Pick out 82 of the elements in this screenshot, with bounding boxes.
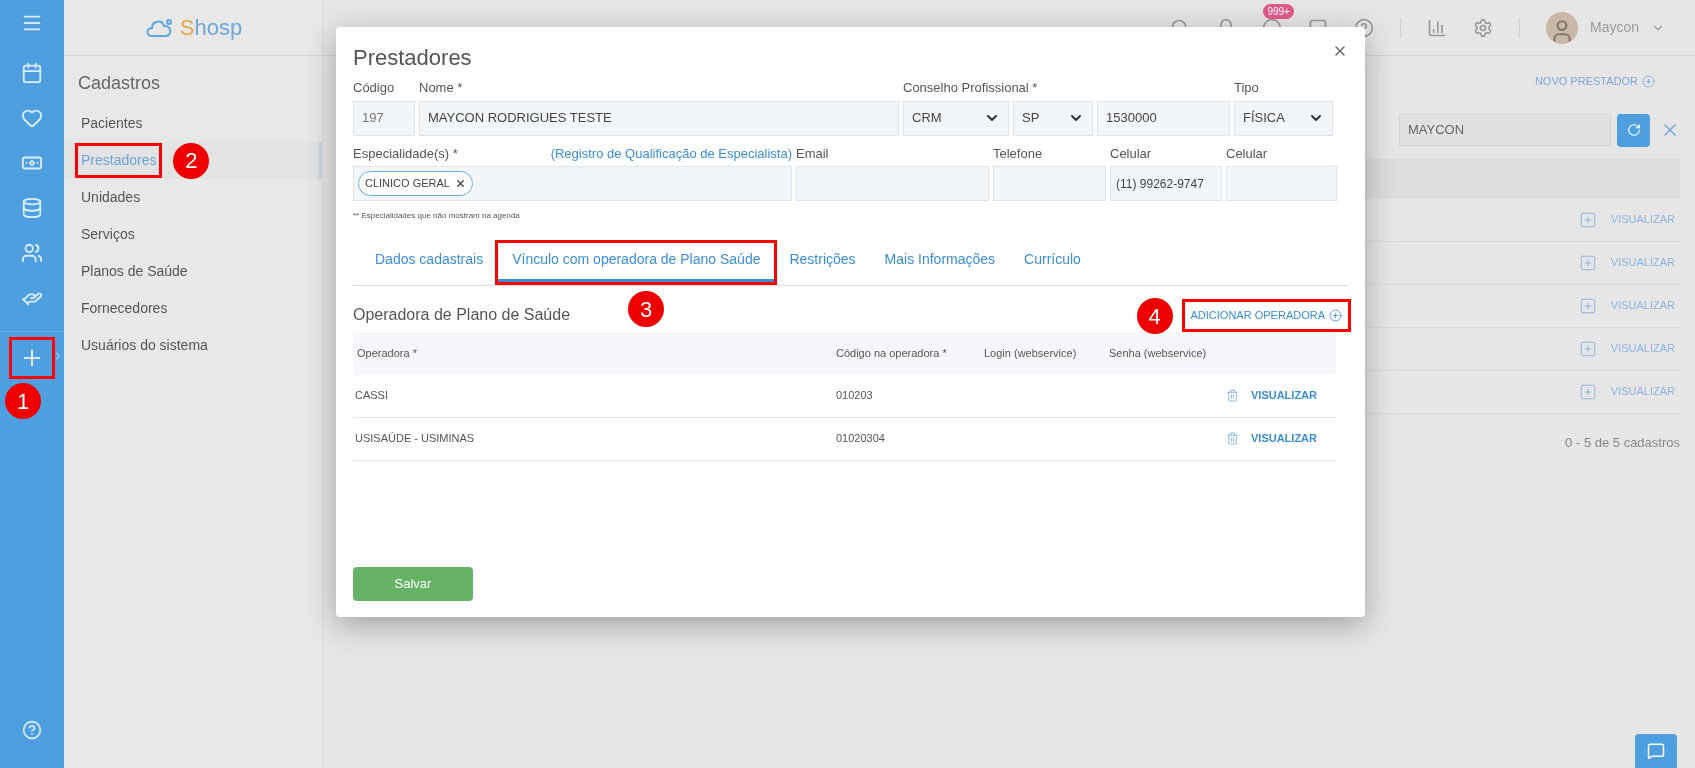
notification-badge: 999+ — [1263, 3, 1294, 19]
code-field[interactable]: 197 — [353, 100, 415, 136]
table-cell-text: 01020304 — [835, 431, 886, 447]
view-link[interactable]: VISUALIZAR — [1251, 430, 1317, 447]
field-label: Código — [353, 79, 396, 97]
column-header: Login (webservice) — [983, 345, 1078, 361]
nav-item[interactable]: Serviços — [78, 220, 138, 249]
table-cell-text: CASSI — [354, 388, 389, 404]
settings-icon[interactable] — [1472, 17, 1493, 38]
phone-field[interactable] — [993, 166, 1106, 201]
field-label: Celular — [1226, 144, 1269, 163]
chat-icon — [1647, 742, 1665, 760]
column-header: Senha (webservice) — [1108, 345, 1208, 361]
number-field[interactable]: 1530000 — [1097, 100, 1230, 136]
trash-icon[interactable] — [1226, 432, 1239, 445]
field-label: Conselho Profissional * — [903, 79, 1039, 97]
refresh-icon — [1626, 123, 1641, 137]
avatar[interactable] — [1545, 11, 1578, 44]
plus-square-icon[interactable] — [1578, 382, 1597, 401]
type-select[interactable]: FÍSICA — [1234, 100, 1333, 136]
chart-icon[interactable] — [1426, 17, 1447, 38]
field-label: Tipo — [1234, 79, 1260, 97]
field-label: Celular — [1110, 144, 1153, 163]
state-select[interactable]: SP — [1013, 100, 1093, 136]
nav-item[interactable]: Unidades — [78, 183, 144, 212]
specialty-tag[interactable]: CLINICO GERAL — [358, 171, 473, 196]
new-provider-link[interactable]: NOVO PRESTADOR — [1534, 73, 1655, 90]
nav-item[interactable]: Planos de Saúde — [78, 257, 191, 286]
refresh-button[interactable] — [1617, 113, 1650, 147]
record-count: 0 - 5 de 5 cadastros — [1565, 433, 1680, 452]
chat-button[interactable] — [1635, 734, 1677, 768]
modal-title: Prestadores — [353, 44, 472, 72]
tab[interactable]: Mais Informações — [870, 243, 1010, 282]
column-header: Operadora * — [356, 345, 418, 361]
email-field[interactable] — [796, 166, 989, 201]
plus-square-icon[interactable] — [1578, 253, 1597, 272]
callout-number: 3 — [628, 291, 665, 327]
tab[interactable]: Currículo — [1010, 243, 1095, 282]
users-icon[interactable] — [21, 242, 43, 264]
mobile-field[interactable] — [1226, 166, 1337, 201]
plus-circle-icon — [1329, 308, 1342, 322]
section-title: Operadora de Plano de Saúde — [353, 305, 571, 326]
field-label: Email — [796, 144, 830, 163]
nav-item[interactable]: Fornecedores — [78, 294, 171, 323]
plus-square-icon[interactable] — [1578, 339, 1597, 358]
calendar-icon[interactable] — [21, 62, 43, 84]
table-cell-text: USISAÚDE - USIMINAS — [354, 431, 476, 447]
logo-text: Shosp — [179, 14, 243, 42]
plus-square-icon[interactable] — [1578, 296, 1597, 315]
save-button[interactable]: Salvar — [353, 567, 473, 601]
view-link[interactable]: VISUALIZAR — [1251, 387, 1317, 404]
table-cell-text: 010203 — [835, 388, 874, 404]
specialty-field[interactable]: CLINICO GERAL — [353, 166, 792, 201]
column-header: Código na operadora * — [835, 345, 948, 361]
council-select[interactable]: CRM — [903, 100, 1009, 136]
trash-icon[interactable] — [1226, 389, 1239, 402]
nav-item[interactable]: Prestadores — [78, 146, 160, 175]
qualification-link[interactable]: (Registro de Qualificação de Especialista) — [550, 143, 792, 163]
nav-item[interactable]: Pacientes — [78, 109, 146, 138]
footnote: ** Especialidades que não mostram na agenda — [353, 210, 521, 222]
nav-title: Cadastros — [78, 72, 162, 95]
field-label: Nome * — [419, 79, 464, 97]
add-operator-button[interactable]: ADICIONAR OPERADORA — [1184, 302, 1348, 329]
plus-square-icon[interactable] — [1578, 210, 1597, 229]
remove-icon[interactable] — [454, 178, 466, 189]
field-label: Telefone — [993, 144, 1044, 163]
user-name[interactable]: Maycon — [1589, 17, 1639, 38]
callout-number: 4 — [1136, 298, 1173, 334]
tab[interactable]: Dados cadastrais — [361, 243, 498, 282]
search-field[interactable]: MAYCON — [1399, 114, 1611, 146]
plus-circle-icon — [1642, 74, 1655, 88]
database-icon[interactable] — [21, 197, 43, 219]
tab[interactable]: Vínculo com operadora de Plano Saúde — [498, 243, 775, 282]
add-button[interactable] — [12, 340, 52, 376]
name-field[interactable]: MAYCON RODRIGUES TESTE — [419, 100, 899, 136]
callout-number: 2 — [173, 142, 210, 179]
tab[interactable]: Restrições — [775, 243, 870, 282]
field-label: Especialidade(s) * — [353, 144, 458, 163]
callout-number: 1 — [5, 383, 41, 419]
nav-item[interactable]: Usuários do sistema — [78, 331, 211, 360]
heart-icon[interactable] — [21, 107, 43, 129]
mobile-field[interactable]: (11) 99262-9747 — [1110, 166, 1222, 201]
